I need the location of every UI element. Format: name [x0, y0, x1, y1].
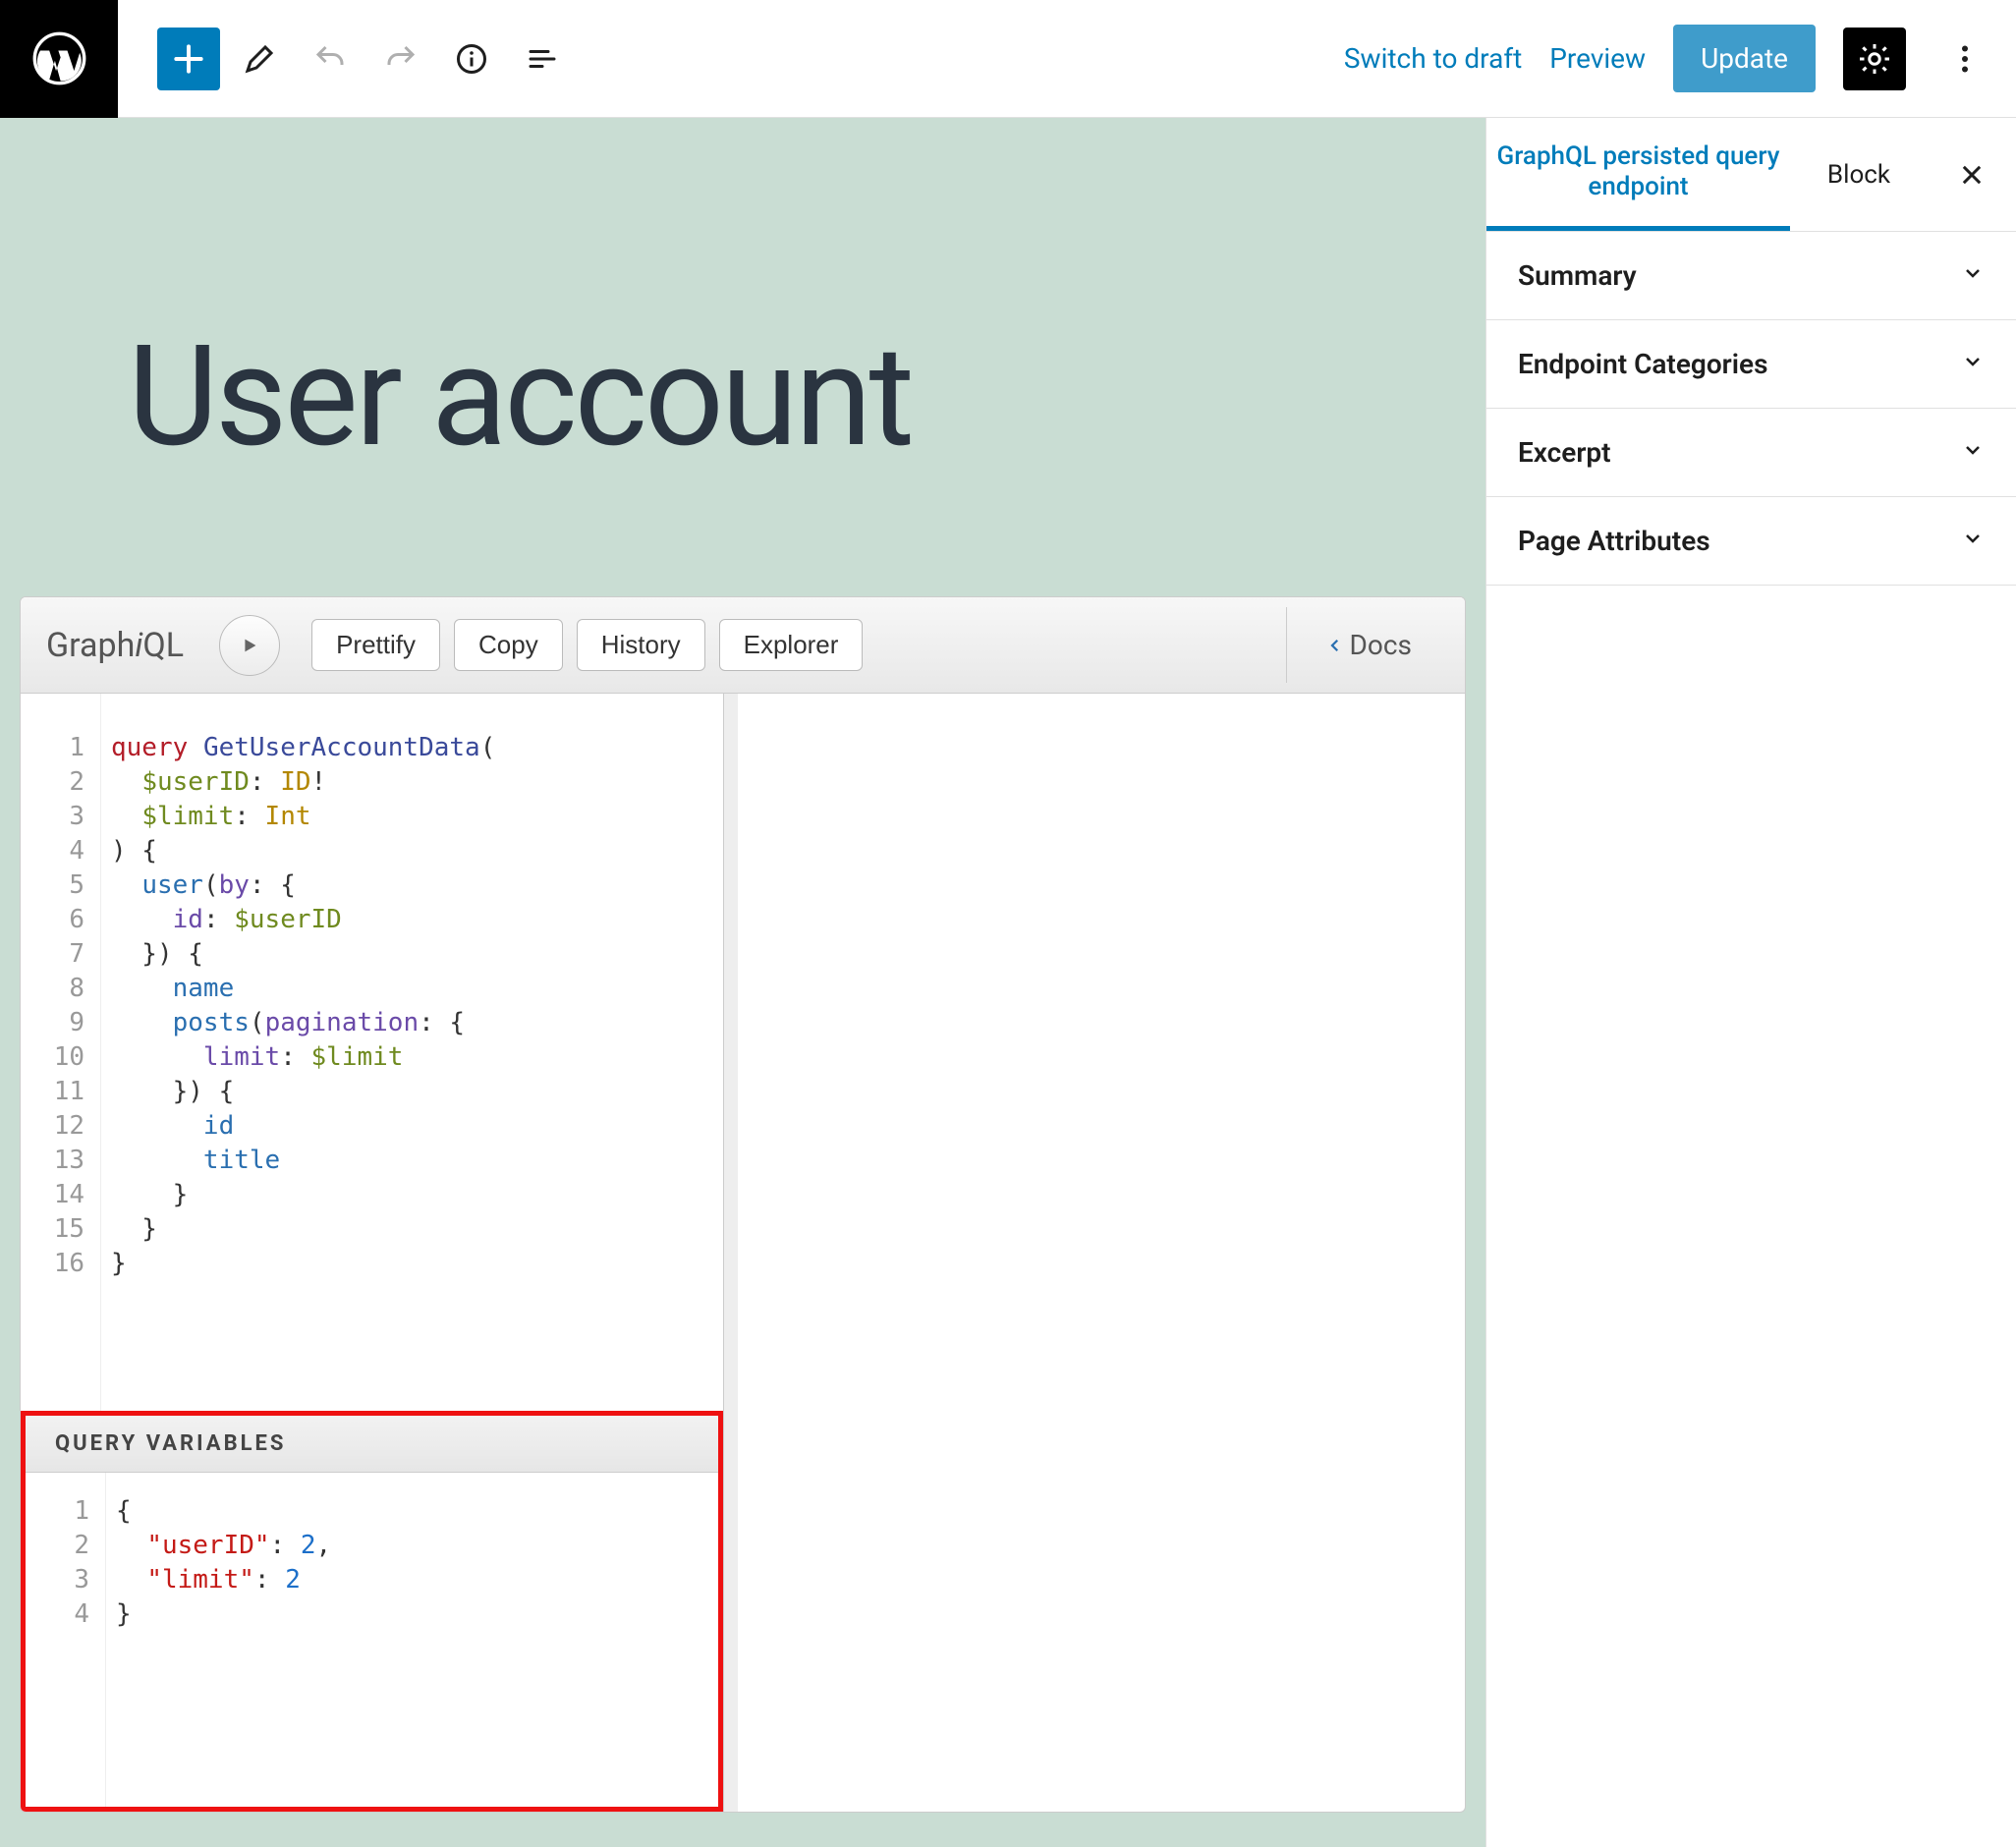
gear-icon [1857, 41, 1892, 77]
wordpress-icon [32, 31, 86, 85]
plus-icon [170, 40, 207, 78]
play-icon [239, 635, 260, 656]
panel-label: Summary [1518, 259, 1637, 292]
history-button[interactable]: History [577, 619, 705, 671]
query-variables-header[interactable]: QUERY VARIABLES [26, 1416, 718, 1473]
undo-icon [312, 41, 348, 77]
query-gutter: 1 2 3 4 5 6 7 8 9 10 11 12 13 [21, 694, 101, 1411]
panel-label: Endpoint Categories [1518, 348, 1767, 380]
chevron-down-icon [1961, 525, 1985, 557]
page-title[interactable]: User account [128, 314, 1358, 478]
topbar-right-actions: Switch to draft Preview Update [1344, 25, 2016, 92]
graphiql-toolbar: GraphiQL Prettify Copy History Explorer … [21, 597, 1465, 694]
copy-button[interactable]: Copy [454, 619, 563, 671]
query-code[interactable]: query GetUserAccountData( $userID: ID! $… [101, 694, 723, 1411]
query-editor[interactable]: 1 2 3 4 5 6 7 8 9 10 11 12 13 [21, 694, 723, 1411]
add-block-button[interactable] [157, 28, 220, 90]
edit-tool-button[interactable] [228, 28, 291, 90]
outline-button[interactable] [511, 28, 574, 90]
panel-label: Excerpt [1518, 436, 1611, 469]
graphiql-body: 1 2 3 4 5 6 7 8 9 10 11 12 13 [21, 694, 1465, 1812]
preview-button[interactable]: Preview [1549, 42, 1646, 75]
vars-gutter: 1 2 3 4 [26, 1473, 106, 1807]
undo-button[interactable] [299, 28, 362, 90]
redo-icon [383, 41, 419, 77]
docs-toggle[interactable]: Docs [1286, 607, 1439, 683]
editor-column: 1 2 3 4 5 6 7 8 9 10 11 12 13 [21, 694, 724, 1812]
redo-button[interactable] [369, 28, 432, 90]
tab-document[interactable]: GraphQL persisted query endpoint [1486, 118, 1790, 231]
pencil-icon [242, 41, 277, 77]
main-content: User account GraphiQL Prettify Copy Hist… [0, 118, 2016, 1847]
update-button[interactable]: Update [1673, 25, 1816, 92]
close-icon [1958, 161, 1986, 189]
topbar-left-tools [118, 28, 574, 90]
tab-block[interactable]: Block [1790, 118, 1928, 231]
info-button[interactable] [440, 28, 503, 90]
chevron-down-icon [1961, 348, 1985, 380]
graphiql-block: GraphiQL Prettify Copy History Explorer … [20, 596, 1466, 1813]
switch-to-draft-button[interactable]: Switch to draft [1344, 42, 1522, 75]
query-variables-editor[interactable]: 1 2 3 4 { "userID": 2, "limit": 2 } [26, 1473, 718, 1807]
explorer-button[interactable]: Explorer [719, 619, 864, 671]
chevron-left-icon [1326, 632, 1344, 659]
info-icon [454, 41, 489, 77]
chevron-down-icon [1961, 436, 1985, 469]
sidebar-tabs: GraphQL persisted query endpoint Block [1486, 118, 2016, 232]
list-icon [525, 41, 560, 77]
settings-button[interactable] [1843, 28, 1906, 90]
prettify-button[interactable]: Prettify [311, 619, 440, 671]
panel-endpoint-categories[interactable]: Endpoint Categories [1486, 320, 2016, 409]
editor-canvas: User account GraphiQL Prettify Copy Hist… [0, 118, 1485, 1847]
settings-sidebar: GraphQL persisted query endpoint Block S… [1485, 118, 2016, 1847]
title-area: User account [0, 118, 1485, 596]
kebab-icon [1947, 41, 1983, 77]
panel-excerpt[interactable]: Excerpt [1486, 409, 2016, 497]
query-variables-section: QUERY VARIABLES 1 2 3 4 { "userID": 2, "… [21, 1411, 723, 1812]
panel-page-attributes[interactable]: Page Attributes [1486, 497, 2016, 586]
panel-label: Page Attributes [1518, 525, 1710, 557]
chevron-down-icon [1961, 259, 1985, 292]
wordpress-logo[interactable] [0, 0, 118, 118]
execute-button[interactable] [219, 615, 280, 676]
more-menu-button[interactable] [1933, 28, 1996, 90]
graphiql-logo: GraphiQL [46, 626, 184, 665]
docs-label: Docs [1350, 629, 1412, 661]
result-pane [724, 694, 1465, 1812]
editor-topbar: Switch to draft Preview Update [0, 0, 2016, 118]
vars-code[interactable]: { "userID": 2, "limit": 2 } [106, 1473, 718, 1807]
panel-summary[interactable]: Summary [1486, 232, 2016, 320]
close-sidebar-button[interactable] [1928, 118, 2016, 231]
